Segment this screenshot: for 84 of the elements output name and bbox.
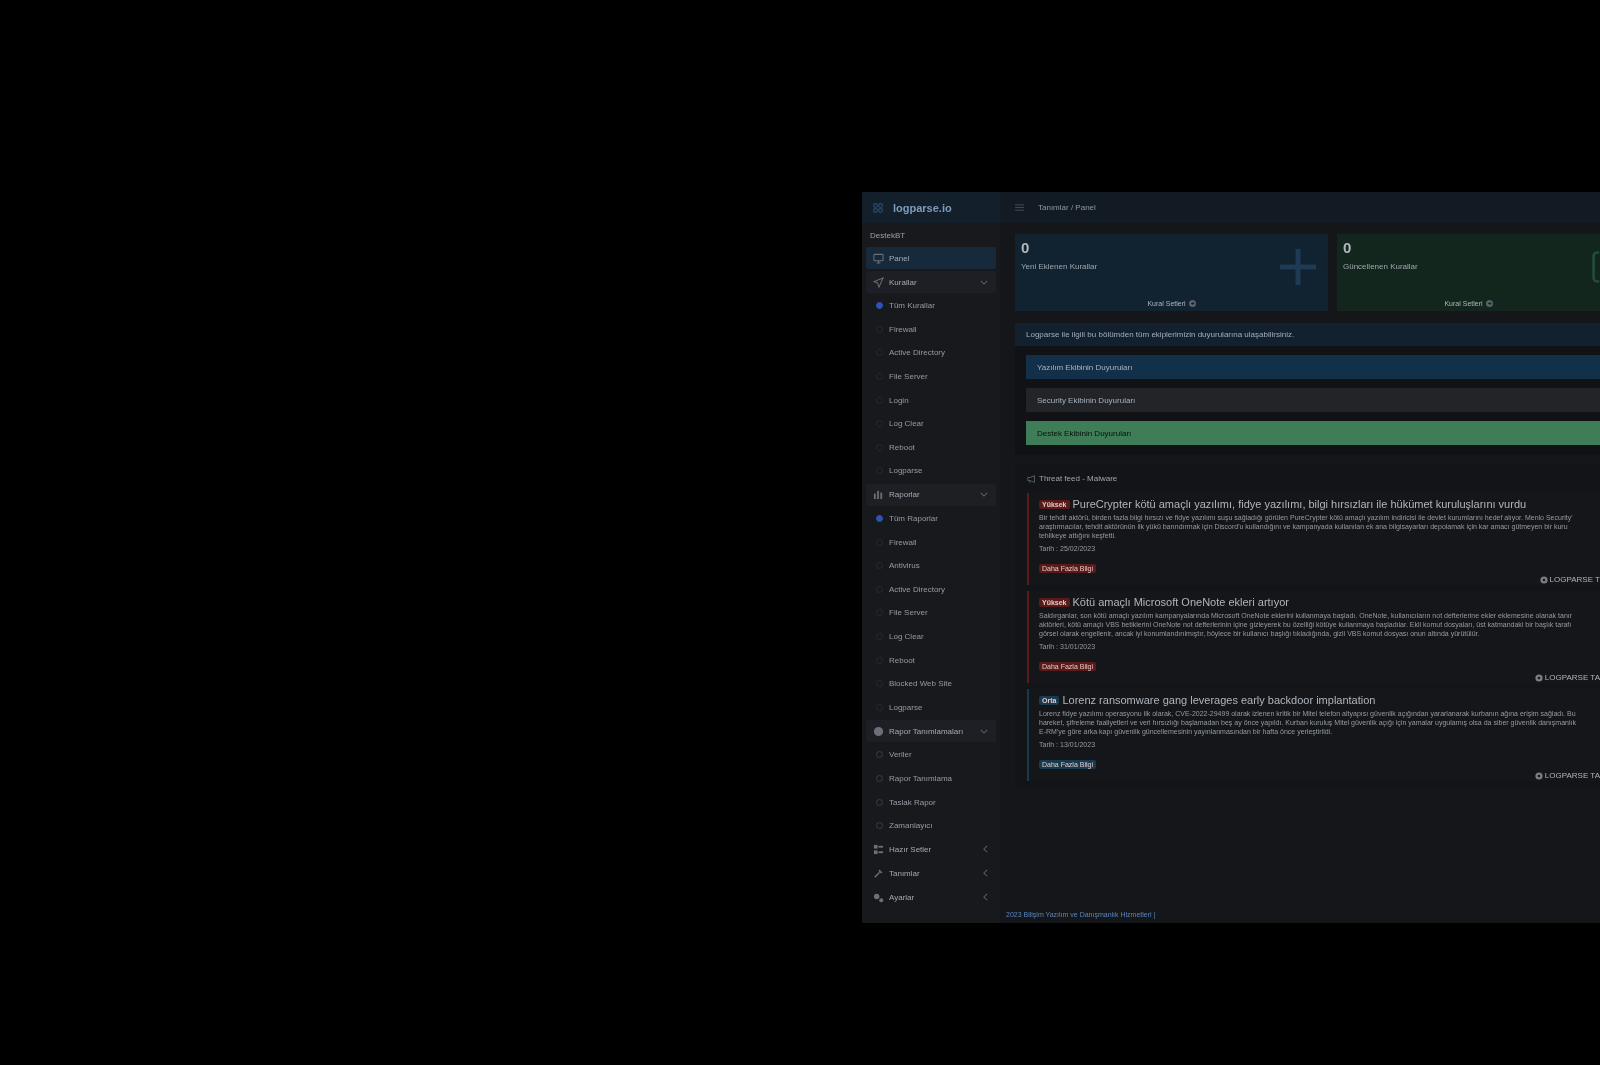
arrow-circle-icon <box>1485 300 1493 307</box>
nav-item[interactable]: Ayarlar <box>866 886 996 909</box>
stat-label: Güncellenen Kurallar <box>1343 262 1419 271</box>
nav-subitem-label: Logparse <box>889 702 923 712</box>
nav-subitem-label: Reboot <box>889 442 915 452</box>
nav-subitem[interactable]: Reboot <box>862 435 1000 460</box>
caret-icon <box>983 845 988 854</box>
nav-item[interactable]: Rapor Tanımlamaları <box>866 720 996 743</box>
caret-icon <box>983 893 988 902</box>
nav-subitem-label: Antivirus <box>889 561 920 571</box>
nav-subitem[interactable]: Active Directory <box>862 341 1000 365</box>
nav-subitem[interactable]: Rapor Tanımlama <box>862 766 1000 791</box>
send-icon <box>873 276 884 288</box>
nav-subitem-label: Active Directory <box>889 584 945 594</box>
nav-subitem[interactable]: Logparse <box>862 459 1000 483</box>
threat-title: PureCrypter kötü amaçlı yazılımı, fidye yazılımı, bilgi hırsızları ile hükümet kuruluşlarını vurdu <box>1072 498 1527 510</box>
nav-subitem-label: Reboot <box>889 655 915 665</box>
nav-subitem[interactable]: Taslak Rapor <box>862 790 1000 814</box>
menu-icon[interactable] <box>1015 204 1024 211</box>
nav-subitem-label: Active Directory <box>889 348 945 358</box>
caret-icon <box>980 728 988 734</box>
team-announcement-bar[interactable]: Security Ekibinin Duyuruları <box>1026 388 1600 412</box>
nav-subitem-label: Logparse <box>889 466 923 476</box>
nav-subitem[interactable]: File Server <box>862 364 1000 389</box>
nav-subitem-label: Taslak Rapor <box>889 797 936 807</box>
nav-subitem-label: File Server <box>889 372 928 382</box>
nav-subitem-label: Rapor Tanımlama <box>889 774 952 783</box>
bar-chart-icon <box>873 489 884 501</box>
nav-item[interactable]: Panel <box>866 247 996 269</box>
nav-subitem[interactable]: Log Clear <box>862 411 1000 436</box>
stat-value: 0 <box>1343 239 1353 256</box>
announcement-intro: Logparse ile ilgili bu bölümden tüm ekiplerimizin duyurularına ulaşabilirsiniz. <box>1015 323 1600 346</box>
nav-subitem[interactable]: Firewall <box>862 530 1000 554</box>
stat-label: Yeni Eklenen Kurallar <box>1021 262 1099 271</box>
nav-subitem-label: Log Clear <box>889 632 924 641</box>
nav-item[interactable]: Hazır Setler <box>866 838 996 861</box>
logo-icon <box>872 201 884 214</box>
nav-subitem-label: Veriler <box>889 750 912 760</box>
plus-icon <box>1278 247 1318 287</box>
nav-subitem[interactable]: Zamanlayıcı <box>862 813 1000 838</box>
nav-subitem-label: Log Clear <box>889 419 924 429</box>
threat-title: Lorenz ransomware gang leverages early backdoor implantation <box>1062 694 1376 706</box>
threat-title: Kötü amaçlı Microsoft OneNote ekleri artıyor <box>1072 596 1289 608</box>
breadcrumb: Tanımlar / Panel <box>1038 203 1096 212</box>
nav-subitem[interactable]: Tüm Raporlar <box>862 506 1000 531</box>
monitor-icon <box>873 252 884 264</box>
caret-icon <box>983 869 988 878</box>
source-label: LOGPARSE TA <box>1544 771 1600 780</box>
source-label: LOGPARSE T <box>1549 575 1600 584</box>
nav-subitem[interactable]: Antivirus <box>862 553 1000 578</box>
nav-subitem-label: Zamanlayıcı <box>889 821 933 831</box>
nav-subitem[interactable]: Reboot <box>862 648 1000 672</box>
wrench-icon <box>873 867 884 879</box>
nav-subitem-label: Login <box>889 395 909 405</box>
nav-subitem[interactable]: Tüm Kurallar <box>862 294 1000 318</box>
nav-subitem-label: Tüm Raporlar <box>889 514 938 524</box>
nav-subitem[interactable]: File Server <box>862 601 1000 625</box>
nav-subitem[interactable]: Blocked Web Site <box>862 671 1000 696</box>
team-announcement-bar[interactable]: Destek Ekibinin Duyuruları <box>1026 421 1600 445</box>
megaphone-icon <box>1027 474 1036 483</box>
nav-subitem-label: Firewall <box>889 324 917 334</box>
feed-title: Threat feed - Malware <box>1039 474 1118 483</box>
caret-icon <box>980 279 988 285</box>
brand-name: logparse.io <box>893 201 952 214</box>
team-announcement-bar[interactable]: Yazılım Ekibinin Duyuruları <box>1026 355 1600 379</box>
section-label: DestekBT <box>869 230 907 242</box>
nav-subitem[interactable]: Active Directory <box>862 577 1000 602</box>
nav-subitem-label: Blocked Web Site <box>889 679 952 689</box>
nav-subitem-label: Firewall <box>889 537 917 547</box>
arrow-circle-icon <box>1188 300 1196 307</box>
nav-subitem[interactable]: Veriler <box>862 743 1000 767</box>
nav-subitem[interactable]: Log Clear <box>862 624 1000 649</box>
stat-value: 0 <box>1021 239 1031 256</box>
caret-icon <box>980 492 988 498</box>
nav-item[interactable]: Kurallar <box>866 271 996 293</box>
nav-subitem[interactable]: Logparse <box>862 695 1000 720</box>
nav-subitem-label: Tüm Kurallar <box>889 301 935 311</box>
nav-item[interactable]: Tanımlar <box>866 862 996 885</box>
list-icon <box>873 843 884 855</box>
source-label: LOGPARSE TA <box>1544 673 1600 682</box>
nav-subitem[interactable]: Login <box>862 388 1000 412</box>
nav-subitem-label: File Server <box>889 608 928 618</box>
nav-subitem[interactable]: Firewall <box>862 317 1000 342</box>
nav-item[interactable]: Raporlar <box>866 483 996 506</box>
